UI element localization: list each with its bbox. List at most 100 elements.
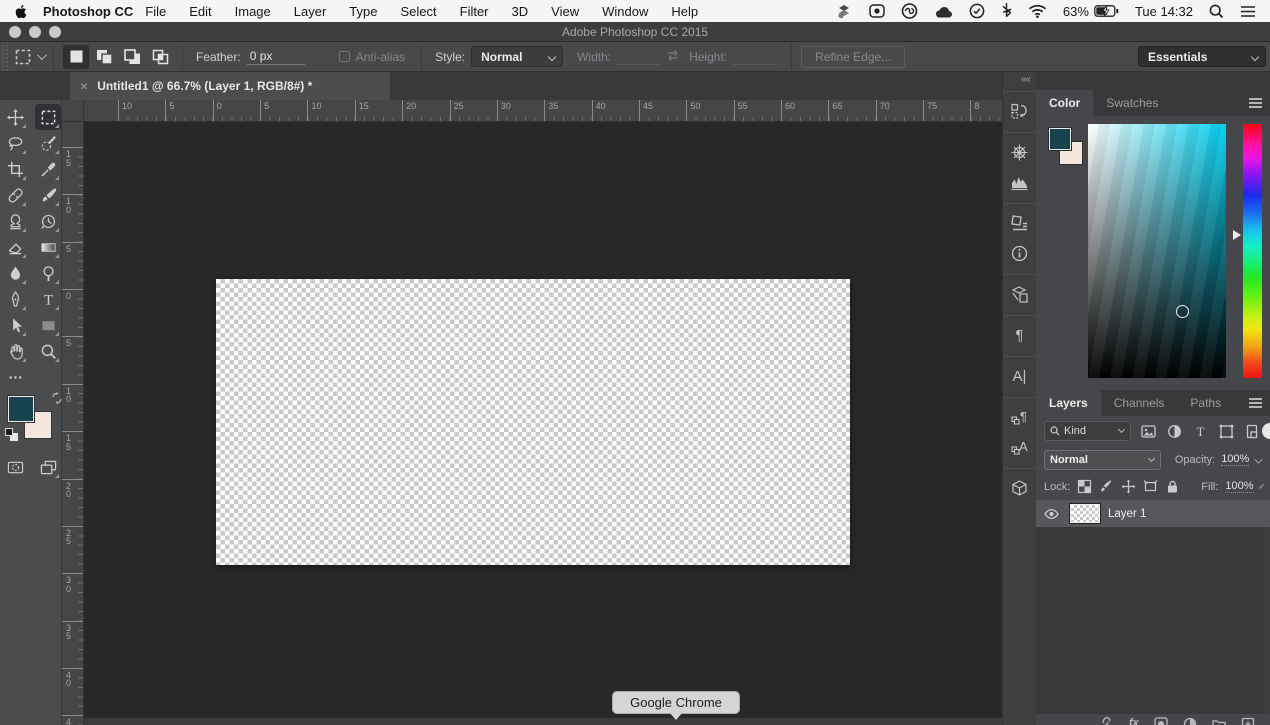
eyedropper-tool[interactable] [35, 156, 61, 182]
horizontal-ruler[interactable]: 10 5 0 5 10 15 20 25 30 35 40 45 50 55 60 65 70 75 8 [84, 100, 1002, 122]
vertical-ruler[interactable]: 15 10 5 0 5 10 15 20 25 30 35 40 4 [62, 122, 84, 725]
document-canvas-transparent[interactable] [216, 279, 850, 565]
tab-channels[interactable]: Channels [1101, 390, 1178, 416]
lock-position-icon[interactable] [1121, 477, 1136, 497]
menu-item[interactable]: File [145, 4, 166, 19]
move-tool[interactable] [2, 104, 28, 130]
ruler-origin-corner[interactable] [62, 100, 84, 122]
new-adjustment-layer-icon[interactable] [1183, 717, 1197, 725]
panel-menu-icon[interactable] [1249, 398, 1262, 408]
libraries-icon[interactable] [1003, 208, 1036, 238]
history-icon[interactable] [1003, 96, 1036, 126]
new-group-icon[interactable] [1212, 717, 1226, 725]
fill-value[interactable]: 100% [1225, 480, 1254, 493]
document-tab[interactable]: × Untitled1 @ 66.7% (Layer 1, RGB/8#) * [70, 72, 390, 100]
history-brush-tool[interactable] [35, 208, 61, 234]
screen-mode-button[interactable] [35, 454, 61, 480]
cloud-icon[interactable] [934, 5, 953, 18]
menu-item[interactable]: Type [349, 4, 377, 19]
subtract-from-selection-button[interactable] [119, 45, 145, 69]
opacity-value[interactable]: 100% [1221, 453, 1250, 466]
blend-mode-dropdown[interactable]: Normal [1044, 449, 1161, 470]
menu-item[interactable]: View [551, 4, 579, 19]
ellipsis-more-tools[interactable] [2, 364, 28, 390]
workspace-switcher[interactable]: Essentials [1138, 46, 1266, 67]
layer-thumbnail[interactable] [1070, 504, 1100, 523]
filter-toggle-icon[interactable] [1262, 423, 1270, 439]
layer-row-selected[interactable]: Layer 1 [1036, 500, 1270, 527]
new-layer-icon[interactable] [1241, 717, 1255, 725]
filter-shape-layers-icon[interactable] [1218, 421, 1236, 441]
add-layer-mask-icon[interactable] [1154, 717, 1168, 725]
layer-style-fx-icon[interactable]: fx [1129, 717, 1139, 725]
new-selection-button[interactable] [63, 44, 89, 69]
menu-item[interactable]: Layer [294, 4, 327, 19]
default-colors-icon[interactable] [5, 428, 19, 442]
layer-visibility-toggle[interactable] [1036, 508, 1066, 519]
screen-record-icon[interactable] [869, 4, 885, 18]
menu-item[interactable]: Filter [460, 4, 489, 19]
lock-all-icon[interactable] [1165, 477, 1180, 497]
eraser-tool[interactable] [2, 234, 28, 260]
menu-item[interactable]: Select [400, 4, 436, 19]
crop-tool[interactable] [2, 156, 28, 182]
swap-width-height-icon[interactable] [665, 49, 681, 65]
zoom-tool[interactable] [35, 338, 61, 364]
check-circle-icon[interactable] [969, 3, 985, 19]
rectangle-tool[interactable] [35, 312, 61, 338]
paragraph-icon[interactable]: ¶ [1003, 320, 1036, 350]
bluetooth-icon[interactable] [1001, 3, 1012, 19]
zoom-window-button[interactable] [49, 26, 61, 38]
menu-item[interactable]: Window [602, 4, 648, 19]
clone-stamp-tool[interactable] [2, 208, 28, 234]
gradient-tool[interactable] [35, 234, 61, 260]
panel-foreground-swatch[interactable] [1049, 128, 1071, 150]
battery-status[interactable]: 63% [1063, 4, 1119, 19]
menubar-clock[interactable]: Tue 14:32 [1135, 4, 1193, 19]
rectangular-marquee-tool[interactable] [35, 104, 61, 130]
quick-selection-tool[interactable] [35, 130, 61, 156]
color-field[interactable] [1088, 124, 1226, 378]
add-to-selection-button[interactable] [91, 45, 117, 69]
link-layers-icon[interactable] [1100, 716, 1114, 725]
tab-layers[interactable]: Layers [1036, 390, 1101, 416]
pen-tool[interactable] [2, 286, 28, 312]
menu-item[interactable]: Image [235, 4, 271, 19]
expand-panels-icon[interactable]: «« [1003, 72, 1036, 85]
hue-spectrum-bar[interactable] [1243, 124, 1262, 378]
style-dropdown[interactable]: Normal [471, 46, 564, 67]
anti-alias-checkbox[interactable] [338, 51, 350, 62]
3d-icon[interactable] [1003, 473, 1036, 503]
menu-item[interactable]: Edit [189, 4, 211, 19]
quick-mask-mode-button[interactable] [2, 454, 28, 480]
layer-filter-dropdown[interactable]: Kind [1044, 421, 1132, 441]
lasso-tool[interactable] [2, 130, 28, 156]
character-styles-icon[interactable]: A [1003, 432, 1036, 462]
chevron-down-icon[interactable] [1258, 484, 1264, 489]
tab-paths[interactable]: Paths [1177, 390, 1234, 416]
close-window-button[interactable] [9, 26, 21, 38]
minimize-window-button[interactable] [29, 26, 41, 38]
spot-healing-brush-tool[interactable] [2, 182, 28, 208]
panel-menu-icon[interactable] [1249, 98, 1262, 108]
info-icon[interactable] [1003, 238, 1036, 268]
blur-tool[interactable] [2, 260, 28, 286]
layer-name[interactable]: Layer 1 [1108, 508, 1146, 520]
histogram-icon[interactable] [1003, 167, 1036, 197]
lock-artboard-icon[interactable] [1143, 477, 1158, 497]
character-icon[interactable]: A| [1003, 361, 1036, 391]
stack-menu-icon[interactable] [836, 4, 853, 19]
creative-cloud-icon[interactable] [901, 3, 918, 19]
feather-input[interactable] [246, 48, 305, 65]
navigator-icon[interactable] [1003, 137, 1036, 167]
canvas-pasteboard[interactable]: Google Chrome [84, 122, 1002, 725]
height-input[interactable] [733, 48, 778, 65]
filter-type-layers-icon[interactable]: T [1192, 421, 1210, 441]
foreground-color-swatch[interactable] [8, 396, 34, 422]
path-selection-tool[interactable] [2, 312, 28, 338]
spotlight-search-icon[interactable] [1209, 4, 1224, 19]
color-field-marker[interactable] [1176, 305, 1189, 318]
lock-transparency-icon[interactable] [1077, 477, 1092, 497]
filter-smart-objects-icon[interactable] [1244, 421, 1262, 441]
menu-item[interactable]: 3D [512, 4, 529, 19]
